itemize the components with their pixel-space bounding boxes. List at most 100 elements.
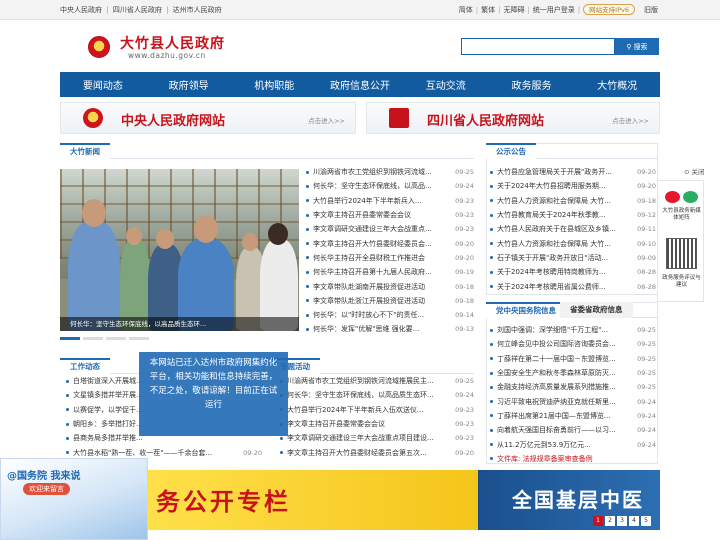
news-header: 大竹新闻 — [60, 143, 474, 159]
nav-interaction[interactable]: 互动交流 — [403, 72, 489, 97]
link-traditional[interactable]: 繁体 — [481, 5, 495, 15]
list-item[interactable]: 李文章调研交通建设三年大会战重点... 09-23 — [306, 222, 474, 236]
list-item[interactable]: 何长华主持召开全县财税工作推进会 09-20 — [306, 251, 474, 265]
promo-text: 全国基层中医 — [512, 488, 644, 512]
person-6-head — [268, 223, 288, 245]
list-item[interactable]: 大竹县人力资源和社会保障局 大竹... 09-10 — [490, 236, 656, 250]
news-list: 川渝两省市农工党组织到钢铁河流域... 09-25 何长华：坚守生态环保底线，以高… — [306, 165, 474, 337]
list-item[interactable]: 何长华：以"时时放心不下"的责任... 09-14 — [306, 308, 474, 322]
list-item[interactable]: 丁薛祥在第二十一届中国－东盟博览... 09-25 — [490, 352, 656, 366]
tab-notices[interactable]: 公示公告 — [486, 143, 536, 159]
tab-work-dynamics[interactable]: 工作动态 — [60, 358, 110, 374]
nav-services[interactable]: 政务服务 — [489, 72, 575, 97]
list-item[interactable]: 刘国中强调：深学细悟"千万工程"... 09-25 — [490, 323, 656, 337]
link-sichuan-gov[interactable]: 四川省人民政府 — [113, 6, 162, 14]
list-item[interactable]: 李文章调研交通建设三年大会战重点项目建设... 09-23 — [280, 431, 474, 445]
link-central-gov[interactable]: 中央人民政府 — [60, 6, 102, 14]
list-item[interactable]: 何长华：发挥"优解"思维 强化要... 09-13 — [306, 322, 474, 336]
list-item[interactable]: 李文章带队赴浙江开展投资促进活动 09-18 — [306, 294, 474, 308]
pager-dot[interactable]: 4 — [629, 516, 639, 526]
notice-list: 大竹县应急管理局关于开展"政务开... 09-20 关于2024年大竹县招聘用服务… — [490, 165, 656, 294]
new-media-label: 大竹县政务新媒体矩阵 — [662, 208, 701, 221]
list-item[interactable]: 李文章主持召开县委常委会会议 09-23 — [280, 417, 474, 431]
list-item[interactable]: 何长华：坚守生态环保底线，以高品质生态环... 09-24 — [280, 388, 474, 402]
list-item[interactable]: 石子镇关于开展"政务开放日"活动... 09-09 — [490, 251, 656, 265]
link-dazhou-gov[interactable]: 达州市人民政府 — [173, 6, 222, 14]
list-item[interactable]: 大竹县人民政府关于在县城区及乡镇... 09-11 — [490, 222, 656, 236]
list-item[interactable]: 向着航天强国目标奋勇前行——以习... 09-24 — [490, 423, 656, 437]
list-item[interactable]: 大竹县举行2024年下半年新兵入伍欢送仪... 09-23 — [280, 403, 474, 417]
tab-dazhu-news[interactable]: 大竹新闻 — [60, 143, 110, 159]
person-3-head — [156, 229, 174, 249]
tab-provincial-info[interactable]: 省委省政府信息 — [560, 302, 633, 318]
wechat-icon[interactable] — [683, 191, 698, 203]
promo-text: 务公开专栏 — [156, 487, 291, 516]
link-old-version[interactable]: 旧版 — [644, 5, 658, 15]
list-item[interactable]: 川渝两省市农工党组织到钢铁河流域... 09-25 — [306, 165, 474, 179]
slider-dot[interactable] — [60, 337, 80, 340]
events-header: 专题活动 — [270, 358, 474, 374]
sichuan-logo-icon — [389, 108, 409, 128]
list-item[interactable]: 川渝两省市农工党组织到钢铁河流域推展民主... 09-25 — [280, 374, 474, 388]
list-item[interactable]: 大竹县人力资源和社会保障局 大竹... 09-18 — [490, 194, 656, 208]
banner-sichuan-gov[interactable]: 四川省人民政府网站 点击进入>> — [366, 102, 660, 134]
list-item[interactable]: 关于2024年大竹县招聘用服务期... 09-20 — [490, 179, 656, 193]
national-emblem-icon — [88, 36, 110, 58]
feedback-subtitle: 欢迎来留言 — [23, 483, 70, 495]
search-icon: ⚲ — [626, 43, 632, 51]
nav-overview[interactable]: 大竹概况 — [574, 72, 660, 97]
photo-caption: 何长华：坚守生态环保底线，以高品质生态环... — [60, 317, 299, 331]
state-info-header: 党中央国务院信息 省委省政府信息 — [486, 302, 658, 318]
pager-dot[interactable]: 2 — [605, 516, 615, 526]
migration-notice: 本网站已迁入达州市政府网集约化平台，相关功能和信息持续完善，不足之处，敬请谅解！… — [139, 352, 288, 436]
slider-dot[interactable] — [83, 337, 103, 340]
service-review-label[interactable]: 政务服务评议与建议 — [660, 275, 703, 289]
list-item[interactable]: 关于2024年考核聘用省属公费师... 08-28 — [490, 279, 656, 293]
link-simplified[interactable]: 简体 — [459, 5, 473, 15]
state-council-feedback-banner[interactable]: @国务院 我来说 欢迎来留言 — [0, 458, 148, 540]
list-item[interactable]: 何立峰会见中投公司国际咨询委员会... 09-25 — [490, 337, 656, 351]
link-accessibility[interactable]: 无障碍 — [503, 5, 524, 15]
slider-dot[interactable] — [129, 337, 149, 340]
list-item[interactable]: 从11.2万亿元到53.9万亿元... 09-24 — [490, 437, 656, 451]
float-close-button[interactable]: ⊙ 关闭 — [684, 166, 705, 176]
events-list: 川渝两省市农工党组织到钢铁河流域推展民主... 09-25 何长华：坚守生态环保底… — [280, 374, 474, 460]
nav-leaders[interactable]: 政府领导 — [146, 72, 232, 97]
search-input[interactable] — [461, 38, 615, 55]
list-item[interactable]: 李文章带队赴湖南开展投资促进活动 09-18 — [306, 279, 474, 293]
list-item[interactable]: 大竹县应急管理局关于开展"政务开... 09-20 — [490, 165, 656, 179]
banner-central-gov[interactable]: 中央人民政府网站 点击进入>> — [60, 102, 356, 134]
banner-enter-link: 点击进入>> — [612, 117, 649, 125]
search-button[interactable]: ⚲ 搜索 — [615, 38, 659, 55]
list-item[interactable]: 金融支持经济高质量发展系列措施推... 09-25 — [490, 380, 656, 394]
list-item[interactable]: 习近平致电祝贺迪萨纳亚克就任斯里... 09-24 — [490, 394, 656, 408]
tab-central-info[interactable]: 党中央国务院信息 — [486, 302, 566, 318]
pager-dot[interactable]: 1 — [593, 516, 603, 526]
list-item[interactable]: 何长华主持召开县第十九届人民政府... 09-19 — [306, 265, 474, 279]
weibo-icon[interactable] — [665, 191, 680, 203]
pager-dot[interactable]: 3 — [617, 516, 627, 526]
state-info-list: 刘国中强调：深学细悟"千万工程"... 09-25 何立峰会见中投公司国际咨询委员… — [490, 323, 656, 466]
list-item[interactable]: 何长华：坚守生态环保底线，以高品... 09-24 — [306, 179, 474, 193]
banner-label: 中央人民政府网站 — [121, 114, 226, 129]
list-item[interactable]: 李文章主持召开大竹县委财经委员会... 09-20 — [306, 236, 474, 250]
list-item[interactable]: 李文章主持召开大竹县委财经委员会第五次... 09-20 — [280, 445, 474, 459]
news-photo[interactable]: 何长华：坚守生态环保底线，以高品质生态环... — [60, 169, 299, 331]
person-1 — [68, 221, 120, 331]
slider-dot[interactable] — [106, 337, 126, 340]
list-item[interactable]: 大竹县教育局关于2024年秋季教... 09-12 — [490, 208, 656, 222]
nav-functions[interactable]: 机构职能 — [231, 72, 317, 97]
nav-news[interactable]: 要闻动态 — [60, 72, 146, 97]
pager-dot[interactable]: 5 — [641, 516, 651, 526]
site-title[interactable]: 大竹县人民政府 — [120, 33, 225, 53]
list-item[interactable]: 大竹县举行2024年下半年新兵入... 09-23 — [306, 194, 474, 208]
site-domain: www.dazhu.gov.cn — [128, 51, 206, 60]
nav-info-public[interactable]: 政府信息公开 — [317, 72, 403, 97]
list-item[interactable]: 丁薛祥出席第21届中国—东盟博览... 09-24 — [490, 409, 656, 423]
list-item[interactable]: 关于2024年考核聘用特岗教师为... 08-28 — [490, 265, 656, 279]
link-login[interactable]: 统一用户登录 — [533, 5, 575, 15]
list-item[interactable]: 文件库: 法规规章备案审查备例 — [490, 452, 656, 466]
list-item[interactable]: 李文章主持召开县委常委会会议 09-23 — [306, 208, 474, 222]
gov-affairs-promo-banner[interactable]: 务公开专栏 — [148, 470, 478, 530]
list-item[interactable]: 全国安全生产和秋冬季森林草原防灭... 09-25 — [490, 366, 656, 380]
